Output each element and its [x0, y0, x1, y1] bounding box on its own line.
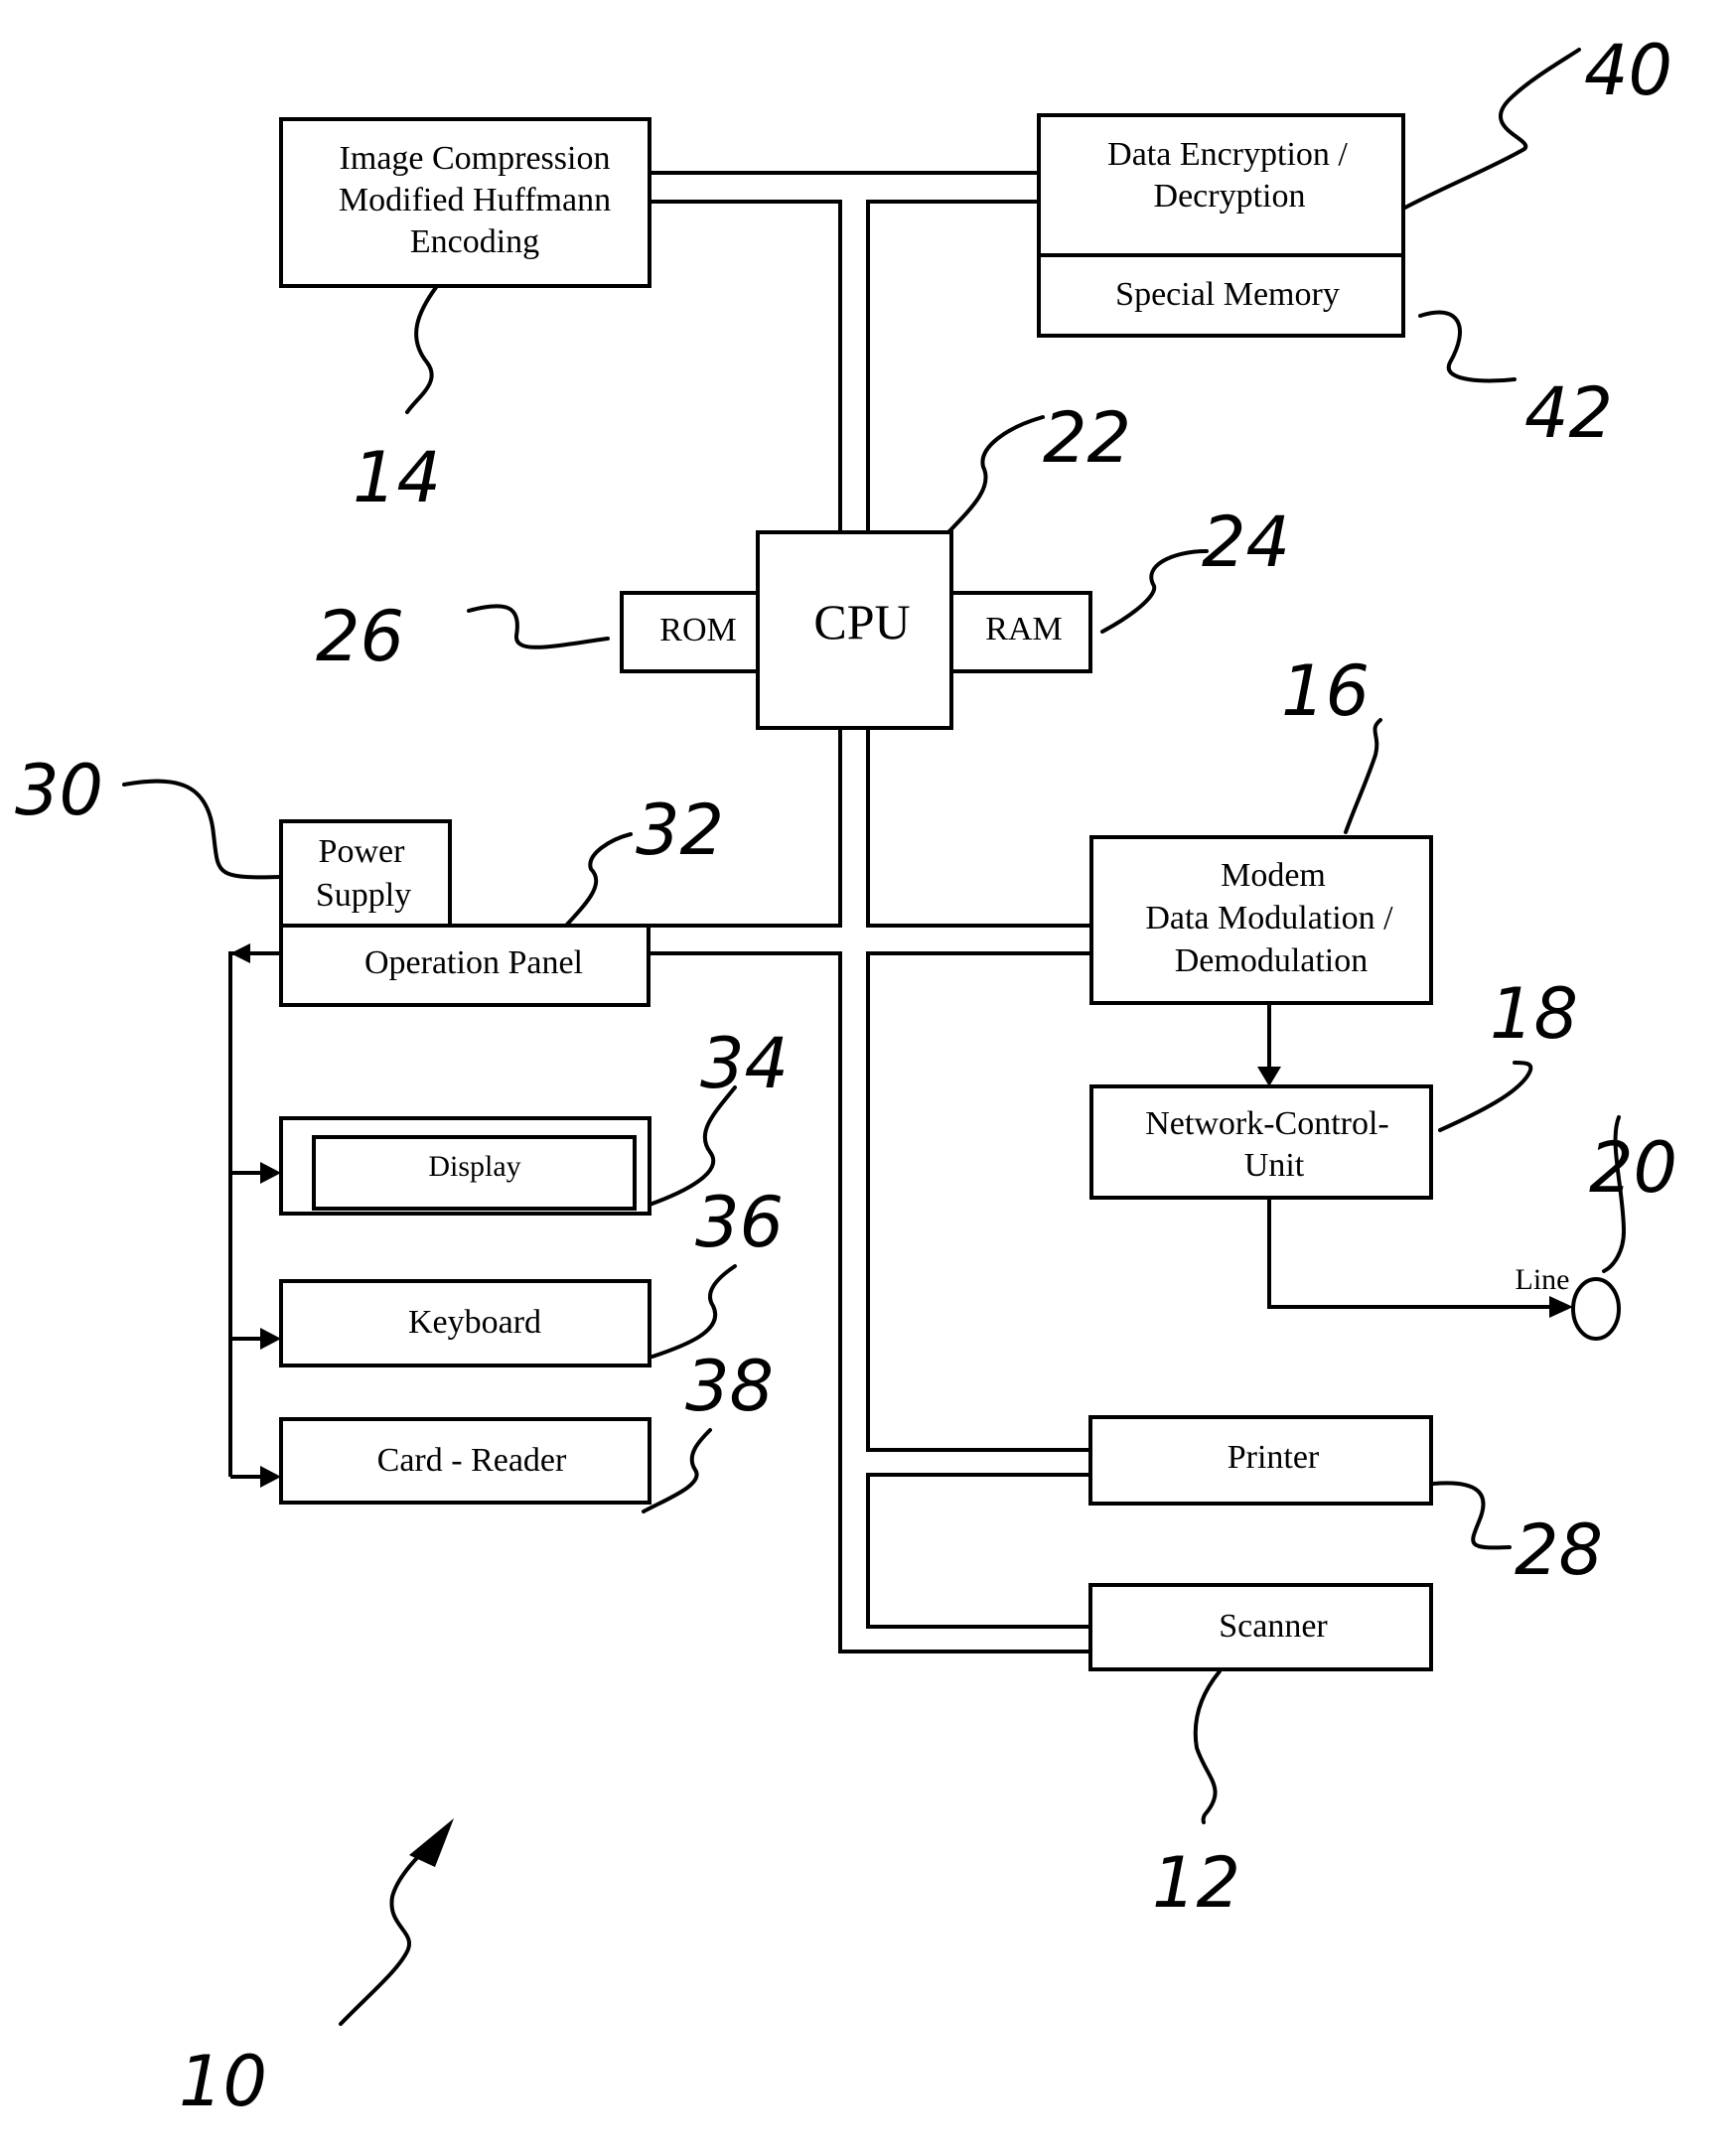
image-compression-block: Image Compression Modified Huffmann Enco… — [279, 117, 651, 288]
keyboard-block: Keyboard — [279, 1279, 651, 1367]
ref-22: 22 — [946, 397, 1131, 534]
line-circle-icon — [1571, 1277, 1621, 1341]
ref-numeral-28: 28 — [1515, 1509, 1603, 1591]
image-compression-line-2: Modified Huffmann — [339, 182, 611, 218]
cpu-label: CPU — [813, 594, 910, 649]
ref-36: 36 — [651, 1182, 784, 1359]
ram-block: RAM — [949, 591, 1092, 673]
ref-numeral-30: 30 — [15, 750, 103, 831]
ref-26: 26 — [316, 596, 610, 677]
line-terminal: Line — [1516, 1263, 1621, 1341]
ncu-to-line-arrow — [1267, 1198, 1573, 1318]
printer-block: Printer — [1088, 1415, 1433, 1506]
bus-right-rail-lower — [866, 951, 1091, 1452]
ref-numeral-32: 32 — [636, 790, 724, 871]
card-reader-block: Card - Reader — [279, 1417, 651, 1505]
arrow-to-keyboard — [260, 1328, 281, 1350]
keyboard-label: Keyboard — [408, 1304, 541, 1341]
modem-line-3: Demodulation — [1175, 942, 1369, 979]
ref-numeral-12: 12 — [1152, 1842, 1240, 1924]
ncu-line-2: Unit — [1244, 1147, 1305, 1184]
special-memory-block: Special Memory — [1037, 253, 1405, 338]
ref-numeral-34: 34 — [700, 1023, 789, 1104]
ref-24: 24 — [1100, 502, 1290, 634]
line-label: Line — [1516, 1263, 1570, 1296]
printer-label: Printer — [1228, 1439, 1320, 1476]
rom-block: ROM — [620, 591, 760, 673]
power-supply-line-2: Supply — [316, 877, 411, 914]
ref-numeral-24: 24 — [1202, 502, 1290, 583]
ref-32: 32 — [564, 790, 724, 928]
ref-20: 20 — [1589, 1115, 1677, 1273]
ref-numeral-42: 42 — [1524, 372, 1613, 454]
ref-18: 18 — [1438, 973, 1578, 1132]
ref-numeral-18: 18 — [1490, 973, 1578, 1055]
ref-38: 38 — [642, 1346, 774, 1513]
block-diagram: Image Compression Modified Huffmann Enco… — [15, 30, 1677, 2122]
network-control-unit-block: Network-Control- Unit — [1089, 1084, 1433, 1200]
power-supply-line-1: Power — [319, 833, 406, 870]
ref-42: 42 — [1418, 310, 1613, 454]
image-compression-line-3: Encoding — [410, 223, 539, 260]
ref-numeral-36: 36 — [695, 1182, 784, 1263]
ref-numeral-40: 40 — [1584, 30, 1672, 111]
display-label: Display — [428, 1150, 520, 1183]
ref-numeral-10: 10 — [179, 2041, 267, 2122]
operation-panel-label: Operation Panel — [364, 944, 583, 981]
modem-line-1: Modem — [1221, 857, 1326, 894]
bus-right-rail-upper — [866, 200, 1039, 532]
ref-34: 34 — [648, 1023, 789, 1207]
rom-label: ROM — [659, 612, 736, 648]
ref-28: 28 — [1431, 1481, 1603, 1591]
modem-block: Modem Data Modulation / Demodulation — [1089, 835, 1433, 1005]
ref-12: 12 — [1152, 1669, 1240, 1924]
ram-label: RAM — [985, 611, 1062, 647]
arrow-to-display — [260, 1162, 281, 1184]
ref-numeral-38: 38 — [685, 1346, 774, 1427]
ref-numeral-22: 22 — [1043, 397, 1131, 479]
scanner-block: Scanner — [1088, 1583, 1433, 1671]
card-reader-label: Card - Reader — [377, 1442, 567, 1479]
modem-to-ncu-arrow — [1257, 1003, 1281, 1086]
data-encryption-line-2: Decryption — [1154, 178, 1306, 215]
arrow-to-operation-panel-return — [230, 943, 250, 963]
bus-right-rail-mid — [866, 728, 1091, 928]
ref-16: 16 — [1281, 650, 1382, 834]
ncu-line-1: Network-Control- — [1145, 1105, 1389, 1142]
ref-30: 30 — [15, 750, 283, 880]
bus-printer-scanner-link — [866, 1473, 1090, 1629]
image-compression-line-1: Image Compression — [340, 140, 611, 177]
ref-10: 10 — [179, 1818, 454, 2122]
bus-left-rail-upper — [650, 200, 842, 532]
ref-numeral-14: 14 — [353, 437, 441, 518]
data-encryption-line-1: Data Encryption / — [1107, 136, 1348, 173]
operation-panel-block: Operation Panel — [279, 924, 651, 1007]
scanner-label: Scanner — [1219, 1608, 1328, 1645]
power-supply-block: Power Supply — [279, 819, 452, 928]
data-encryption-block: Data Encryption / Decryption — [1037, 113, 1405, 257]
ref-40: 40 — [1401, 30, 1672, 211]
modem-line-2: Data Modulation / — [1145, 900, 1393, 936]
arrow-to-card-reader — [260, 1466, 281, 1488]
ref-numeral-16: 16 — [1281, 650, 1370, 732]
display-block: Display — [279, 1116, 651, 1216]
ref-14: 14 — [353, 284, 441, 518]
cpu-block: CPU — [756, 530, 953, 730]
operation-panel-peripheral-arrows — [228, 943, 281, 1488]
ref-numeral-26: 26 — [316, 596, 404, 677]
special-memory-label: Special Memory — [1115, 276, 1340, 313]
ref-numeral-20: 20 — [1589, 1127, 1677, 1209]
